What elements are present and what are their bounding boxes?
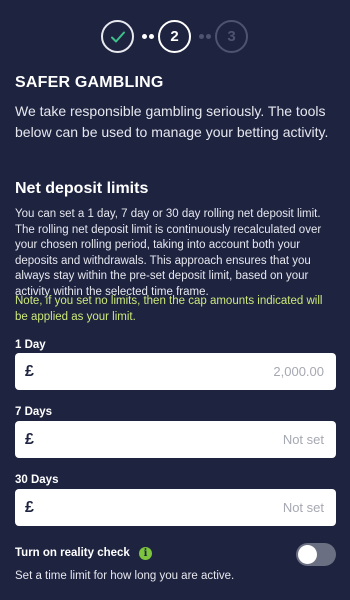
currency-symbol: £ [25,498,34,516]
field-value: Not set [282,432,324,447]
step-1-completed [101,20,134,53]
field-label-7-days: 7 Days [15,406,53,418]
field-label-1-day: 1 Day [15,339,46,351]
currency-symbol: £ [25,362,34,380]
reality-check-label: Turn on reality check [15,547,130,559]
currency-symbol: £ [25,430,34,448]
check-icon [110,31,125,42]
toggle-knob [298,545,317,564]
reality-check-description: Set a time limit for how long you are ac… [15,570,235,582]
net-deposit-description: You can set a 1 day, 7 day or 30 day rol… [15,208,322,298]
step-2-active: 2 [158,20,191,53]
field-label-30-days: 30 Days [15,474,59,486]
deposit-limit-30-days-input[interactable]: £ Not set [15,489,336,526]
intro-text: We take responsible gambling seriously. … [15,103,329,140]
reality-check-toggle[interactable] [296,543,336,566]
deposit-limit-7-days-input[interactable]: £ Not set [15,421,336,458]
progress-stepper: 2 3 [0,20,350,54]
field-value: 2,000.00 [273,364,324,379]
net-deposit-note: Note, if you set no limits, then the cap… [15,295,323,323]
deposit-limit-1-day-input[interactable]: £ 2,000.00 [15,353,336,390]
field-value: Not set [282,500,324,515]
reality-check-row: Turn on reality check i [15,541,337,566]
step-3-upcoming: 3 [215,20,248,53]
section-title-net-deposit-limits: Net deposit limits [15,180,149,197]
info-icon[interactable]: i [139,547,152,560]
section-title-safer-gambling: SAFER GAMBLING [15,74,164,91]
